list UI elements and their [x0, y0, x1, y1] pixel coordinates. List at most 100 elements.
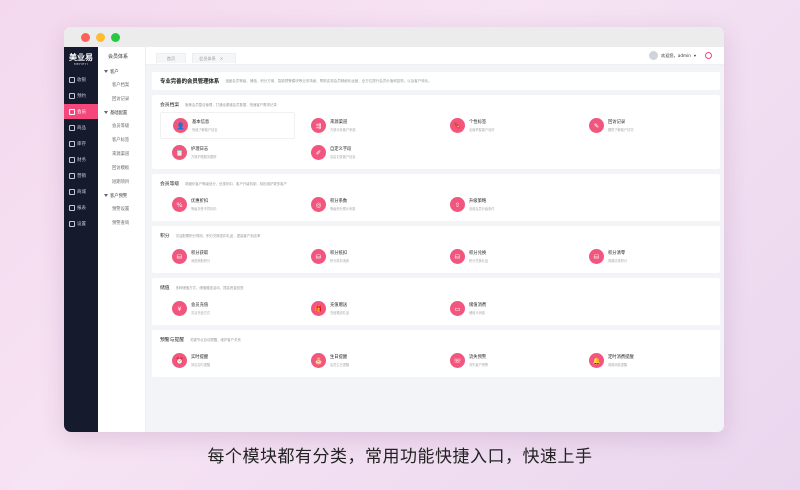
card-desc: 流失客户预警: [469, 363, 489, 367]
nav-item-4[interactable]: 库存: [64, 136, 98, 151]
card-text: 升级策略 设置会员升级条件: [469, 198, 495, 211]
nav-item-label: 设置: [77, 221, 86, 227]
card-desc: 周期消费提醒: [608, 363, 628, 367]
logout-icon[interactable]: [705, 52, 712, 59]
nav-item-label: 财务: [77, 157, 86, 163]
feature-card[interactable]: ☏ 流失预警 流失客户预警: [438, 347, 573, 374]
card-desc: 到店实时提醒: [191, 363, 211, 367]
main-sidebar: 美业易 MEIYEYI 收银 预约 会员 商品 库存 财务 营销 商城 报表 设置: [64, 47, 98, 432]
finance-icon: [69, 156, 75, 163]
minimize-window-button[interactable]: [96, 33, 105, 42]
section-title: 会员档案: [160, 102, 180, 108]
feature-card[interactable]: ⛁ 积分获取 消费获取积分: [160, 243, 295, 270]
secondary-sidebar: 会员体系 客户 客户档案 回访记录 基础配置 会员等级 客户标签 来源渠道 回访模板 短期项目客…: [98, 47, 146, 432]
card-title: 充值赠送: [330, 303, 348, 308]
nav-item-9[interactable]: 设置: [64, 216, 98, 231]
feature-icon: %: [172, 197, 187, 212]
card-text: 充值赠送充值赠送礼品: [330, 302, 349, 315]
feature-card[interactable]: 👤 基本信息 快速了解客户信息: [160, 112, 295, 139]
nav-item-label: 库存: [77, 141, 86, 147]
chevron-down-icon: ▾: [693, 53, 696, 58]
feature-card[interactable]: ⛁ 积分兑换 积分兑换礼品: [438, 243, 573, 270]
maximize-window-button[interactable]: [111, 33, 120, 42]
feature-card[interactable]: ⏰ 实时提醒 到店实时提醒: [160, 347, 295, 374]
card-title: 积分清零: [608, 251, 626, 256]
tab-home[interactable]: 首页: [156, 53, 186, 63]
feature-card[interactable]: 🔔 定时消费提醒 周期消费提醒: [577, 347, 712, 374]
feature-card[interactable]: % 优惠折扣 等级享受不同折扣: [160, 191, 295, 218]
subnav-item[interactable]: 预警查询: [98, 216, 145, 230]
nav-item-label: 会员: [77, 109, 86, 115]
tab-member-system[interactable]: 会员体系 ×: [192, 53, 236, 63]
feature-card[interactable]: 🔖 个性标签 全面掌握客户喜好: [438, 112, 573, 139]
feature-card[interactable]: ¥ 会员充值 灵活充值方式: [160, 295, 295, 322]
subnav-item[interactable]: 回访记录: [98, 92, 145, 106]
module-section: 会员档案 聚焦会员整合管理，打通全渠道会员数据，快速客户需求记录 👤 基本信息 快速了解…: [152, 95, 720, 169]
card-desc: 等级享受不同折扣: [191, 207, 217, 211]
caption-text: 每个模块都有分类，常用功能快捷入口，快速上手: [207, 447, 593, 467]
nav-item-6[interactable]: 营销: [64, 168, 98, 183]
subnav-item[interactable]: 客户标签: [98, 133, 145, 147]
subnav-item[interactable]: 会员等级: [98, 119, 145, 133]
nav-item-3[interactable]: 商品: [64, 120, 98, 135]
card-desc: 全面掌握客户喜好: [469, 128, 495, 132]
cashier-icon: [69, 76, 75, 83]
nav-item-7[interactable]: 商城: [64, 184, 98, 199]
main-content: 专业完善的会员管理体系 涵盖会员等级、储值、积分方案、智能预警模块等业务场景，帮…: [146, 65, 724, 432]
banner-subtitle: 涵盖会员等级、储值、积分方案、智能预警模块等业务场景，帮助实现会员精细化运营，全…: [225, 78, 432, 83]
card-title: 实时提醒: [191, 355, 209, 360]
feature-icon: ⛁: [311, 249, 326, 264]
card-desc: 消费获取积分: [191, 259, 211, 263]
nav-item-1[interactable]: 预约: [64, 88, 98, 103]
feature-card[interactable]: 🎁 充值赠送 充值赠送礼品: [299, 295, 434, 322]
subnav-group[interactable]: 基础配置: [98, 106, 145, 119]
feature-icon: ✐: [311, 145, 326, 160]
feature-card[interactable]: 📋 护理日志 方便护理服务跟踪: [160, 139, 295, 166]
feature-card[interactable]: 🎂 生日提醒 会员生日提醒: [299, 347, 434, 374]
feature-card[interactable]: ⛁ 积分清零 周期清零积分: [577, 243, 712, 270]
card-title: 自定义字段: [330, 147, 352, 152]
feature-icon: ⛁: [589, 249, 604, 264]
nav-item-2[interactable]: 会员: [64, 104, 98, 119]
subnav-group[interactable]: 客户: [98, 65, 145, 78]
feature-card[interactable]: ⇶ 来源渠道 方便分析客户来源: [299, 112, 434, 139]
module-section: 积分 灵活配置积分规则，积分兑换抵扣礼品，提高客户到店率 ⛁ 积分获取 消费获取积分 ⛁ 积…: [152, 226, 720, 273]
card-text: 实时提醒到店实时提醒: [191, 354, 210, 367]
user-menu[interactable]: 欢迎您，admin ▾: [649, 51, 696, 60]
subnav-item[interactable]: 客户档案: [98, 78, 145, 92]
feature-icon: 📋: [172, 145, 187, 160]
feature-icon: 🔔: [589, 353, 604, 368]
nav-item-8[interactable]: 报表: [64, 200, 98, 215]
subnav-item[interactable]: 预警设置: [98, 202, 145, 216]
nav-item-0[interactable]: 收银: [64, 72, 98, 87]
section-title: 储值: [160, 285, 170, 291]
feature-card[interactable]: ⛁ 积分抵扣 积分抵扣消费: [299, 243, 434, 270]
card-text: 回访记录 跟踪了解客户情况: [608, 119, 634, 132]
calendar-icon: [69, 92, 75, 99]
nav-item-5[interactable]: 财务: [64, 152, 98, 167]
subnav-item[interactable]: 回访模板: [98, 161, 145, 175]
tab-close-icon[interactable]: ×: [220, 56, 224, 61]
card-title: 护理日志: [191, 147, 209, 152]
feature-card[interactable]: ✎ 回访记录 跟踪了解客户情况: [577, 112, 712, 139]
card-title: 积分兑换: [469, 251, 487, 256]
window-titlebar: [64, 27, 724, 47]
close-window-button[interactable]: [81, 33, 90, 42]
section-header: 积分 灵活配置积分规则，积分兑换抵扣礼品，提高客户到店率: [160, 230, 712, 240]
section-desc: 关键节点自动提醒，维护客户关系: [190, 337, 241, 342]
section-desc: 精细化客户等级划分，优惠折扣、客户升级机制，轻松维护更多客户: [185, 181, 287, 186]
feature-card[interactable]: ✐ 自定义字段 自由记录客户信息: [299, 139, 434, 166]
nav-item-label: 商城: [77, 189, 86, 195]
card-grid: ⏰ 实时提醒 到店实时提醒 🎂 生日提醒 会员生日提醒 ☏ 流失预警 流失客户预警 🔔 定时消费提醒…: [160, 344, 712, 377]
card-text: 积分抵扣 积分抵扣消费: [330, 250, 349, 263]
card-desc: 充值赠送礼品: [330, 311, 350, 315]
subnav-item[interactable]: 短期项目: [98, 175, 145, 189]
nav-item-label: 商品: [77, 125, 86, 131]
feature-card[interactable]: ⇧ 升级策略 设置会员升级条件: [438, 191, 573, 218]
feature-card[interactable]: ▭ 储值消费 储值卡消费: [438, 295, 573, 322]
subnav-item[interactable]: 来源渠道: [98, 147, 145, 161]
caret-down-icon: [104, 111, 108, 114]
inventory-icon: [69, 140, 75, 147]
subnav-group[interactable]: 客户预警: [98, 189, 145, 202]
feature-card[interactable]: ◎ 积分系数 等级积分累计系数: [299, 191, 434, 218]
